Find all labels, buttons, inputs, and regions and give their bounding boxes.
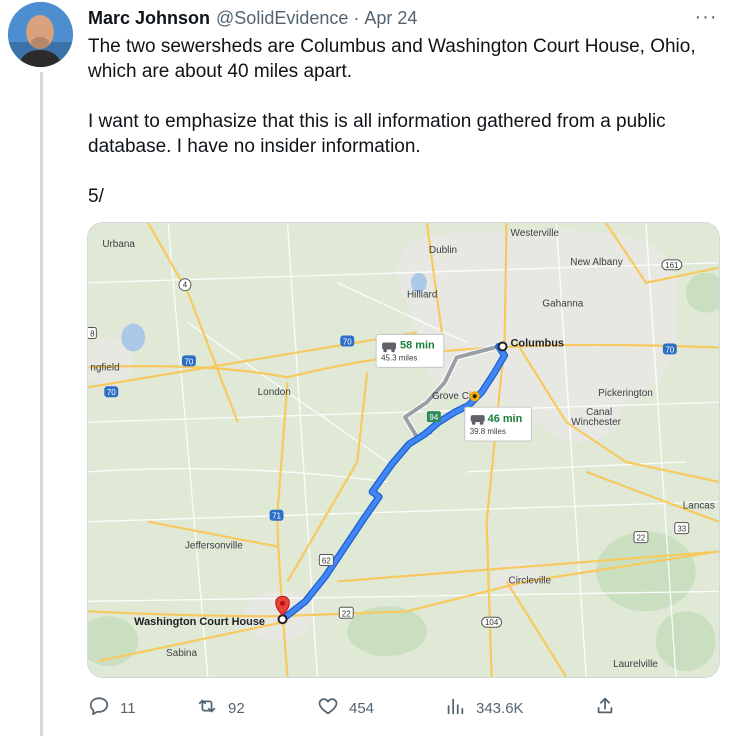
svg-text:70: 70 [185, 357, 194, 366]
route-shield-4: 4 [178, 278, 192, 292]
svg-text:70: 70 [665, 345, 674, 354]
tweet-header: Marc Johnson @SolidEvidence · Apr 24 [88, 6, 417, 30]
route-callout-main[interactable]: 46 min 39.8 miles [464, 406, 532, 442]
route-shield-22: 22 [338, 606, 354, 619]
views-button[interactable]: 343.6K [444, 694, 524, 722]
share-icon [594, 695, 616, 721]
svg-text:45.3 miles: 45.3 miles [381, 353, 417, 362]
place-label: New Albany [570, 257, 623, 268]
origin-marker [497, 341, 508, 352]
avatar[interactable] [8, 2, 73, 67]
route-callout-alt[interactable]: 58 min 45.3 miles [375, 334, 445, 368]
bar-chart-icon [444, 695, 466, 721]
svg-text:4: 4 [183, 281, 188, 290]
route-shield-104: 104 [481, 616, 503, 628]
route-shield-94: 94 [426, 411, 441, 422]
retweet-count: 92 [228, 699, 245, 717]
place-label: Westerville [511, 228, 560, 239]
place-label: Hilliard [407, 290, 437, 301]
svg-text:94: 94 [429, 413, 438, 422]
reply-icon [88, 695, 110, 721]
tweet-date[interactable]: Apr 24 [364, 8, 417, 29]
place-label-washington-court-house: Washington Court House [134, 616, 265, 628]
svg-text:8: 8 [90, 330, 95, 339]
place-label: Winchester [571, 417, 621, 428]
retweet-button[interactable]: 92 [196, 694, 245, 722]
place-label: Lancas [683, 501, 715, 512]
route-shield-161: 161 [661, 259, 683, 271]
route-shield-22: 22 [633, 531, 649, 544]
place-label: London [258, 387, 291, 398]
svg-text:22: 22 [637, 534, 646, 543]
destination-pin-icon [275, 595, 290, 625]
more-options-icon[interactable]: ··· [690, 6, 722, 28]
svg-text:39.8 miles: 39.8 miles [470, 427, 506, 436]
svg-text:70: 70 [107, 388, 116, 397]
place-label: Sabina [166, 648, 197, 659]
interstate-shield-70: 70 [662, 343, 677, 354]
svg-text:161: 161 [665, 261, 679, 270]
reply-button[interactable]: 11 [88, 694, 136, 722]
svg-text:22: 22 [342, 609, 351, 618]
tweet-paragraph: The two sewersheds are Columbus and Wash… [88, 36, 696, 82]
svg-text:104: 104 [485, 618, 499, 627]
place-label: Jeffersonville [185, 541, 243, 552]
svg-text:58 min: 58 min [400, 339, 435, 351]
place-label: Pickerington [598, 388, 653, 399]
place-label-columbus: Columbus [511, 337, 564, 349]
tweet-text: The two sewersheds are Columbus and Wash… [88, 34, 718, 209]
place-label: Grove Ci [432, 391, 471, 402]
svg-text:62: 62 [322, 557, 331, 566]
tweet-paragraph: I want to emphasize that this is all inf… [88, 111, 666, 157]
place-label: Urbana [102, 239, 135, 250]
place-label: Gahanna [542, 299, 583, 310]
svg-text:70: 70 [343, 337, 352, 346]
route-shield-62: 62 [318, 554, 334, 566]
like-button[interactable]: 454 [317, 694, 374, 722]
heart-icon [317, 695, 339, 721]
tweet-paragraph: 5/ [88, 186, 104, 207]
author-handle[interactable]: @SolidEvidence [216, 8, 348, 29]
place-label: Dublin [429, 245, 457, 256]
route-shield-33: 33 [674, 522, 690, 535]
interstate-shield-70: 70 [104, 386, 119, 397]
svg-text:33: 33 [677, 525, 686, 534]
action-bar: 11 92 454 343.6K [88, 694, 628, 722]
interstate-shield-70: 70 [340, 335, 355, 346]
share-button[interactable] [594, 694, 616, 722]
thread-line [40, 72, 43, 736]
place-label: Circleville [509, 575, 552, 586]
route-shield-8: 8 [88, 327, 97, 339]
interstate-shield-71: 71 [269, 509, 284, 521]
map-image[interactable]: 4 161 70 70 70 70 94 71 62 22 22 33 104 … [87, 222, 720, 678]
traffic-incident-icon [469, 391, 480, 402]
like-count: 454 [349, 699, 375, 717]
views-count: 343.6K [476, 699, 524, 717]
svg-text:46 min: 46 min [488, 413, 523, 425]
svg-text:71: 71 [272, 512, 281, 521]
place-label: ngfield [90, 362, 119, 373]
author-name[interactable]: Marc Johnson [88, 8, 210, 29]
reply-count: 11 [120, 699, 136, 717]
retweet-icon [196, 695, 218, 721]
place-label: Laurelville [613, 659, 658, 670]
separator-dot: · [353, 7, 360, 28]
interstate-shield-70: 70 [181, 355, 196, 366]
